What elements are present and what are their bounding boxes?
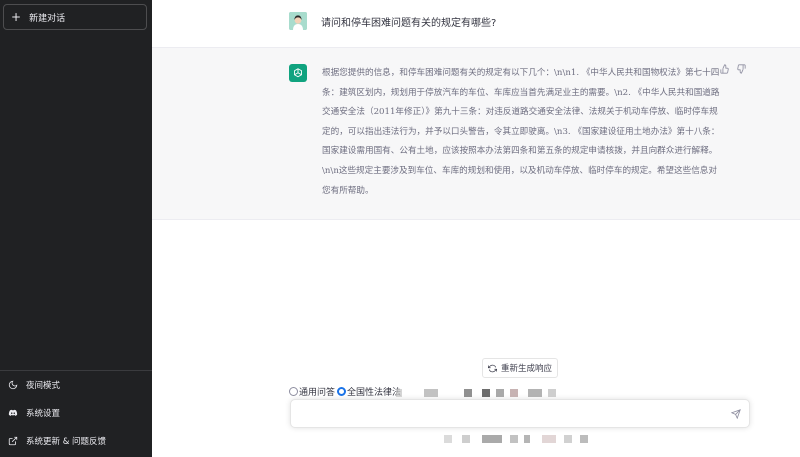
dark-mode-button[interactable]: 夜间模式 [0,371,152,399]
user-avatar-icon [289,12,307,30]
settings-button[interactable]: 系统设置 [0,399,152,427]
sidebar: + 新建对话 夜间模式 系统设置 系统更新 & 问题反馈 [0,0,152,457]
feedback-buttons [720,64,746,74]
settings-label: 系统设置 [26,409,61,419]
mode-general-qa[interactable]: 通用问答 [289,385,335,398]
openai-logo-icon [294,68,302,78]
question-text: 请问和停车困难问题有关的规定有哪些? [321,18,497,29]
moon-icon [8,380,18,390]
mode-national-law-label: 全国性法律法 [347,388,402,398]
regenerate-label: 重新生成响应 [500,364,552,374]
regenerate-button[interactable]: 重新生成响应 [482,358,558,378]
mode-national-law[interactable]: 全国性法律法 [337,385,401,398]
message-input[interactable] [301,407,721,421]
mode-selector: 通用问答 全国性法律法 [289,385,403,398]
answer-row: 根据您提供的信息，和停车困难问题有关的规定有以下几个：\n\n1. 《中华人民共… [152,48,800,220]
chat-main: 请问和停车困难问题有关的规定有哪些? 根据您提供的信息，和停车困难问题有关的规定… [152,0,800,457]
message-input-container [290,399,750,428]
thumbs-down-icon[interactable] [736,64,746,74]
discord-icon [8,409,18,416]
plus-icon: + [11,10,22,24]
user-avatar [289,12,307,30]
mode-general-qa-label: 通用问答 [299,388,336,398]
external-link-icon [8,436,18,446]
radio-general-qa[interactable] [289,387,298,396]
update-feedback-label: 系统更新 & 问题反馈 [26,437,107,447]
update-feedback-link[interactable]: 系统更新 & 问题反馈 [0,427,152,455]
assistant-avatar [289,64,307,82]
question-row: 请问和停车困难问题有关的规定有哪些? [152,0,800,48]
new-chat-button[interactable]: + 新建对话 [3,4,147,30]
radio-national-law[interactable] [337,387,347,396]
new-chat-label: 新建对话 [29,13,66,24]
send-icon[interactable] [731,409,741,419]
answer-text: 根据您提供的信息，和停车困难问题有关的规定有以下几个：\n\n1. 《中华人民共… [322,68,720,196]
sidebar-bottom-menu: 夜间模式 系统设置 系统更新 & 问题反馈 [0,370,152,455]
dark-mode-label: 夜间模式 [26,381,61,391]
refresh-icon [487,364,497,372]
thumbs-up-icon[interactable] [720,64,730,74]
